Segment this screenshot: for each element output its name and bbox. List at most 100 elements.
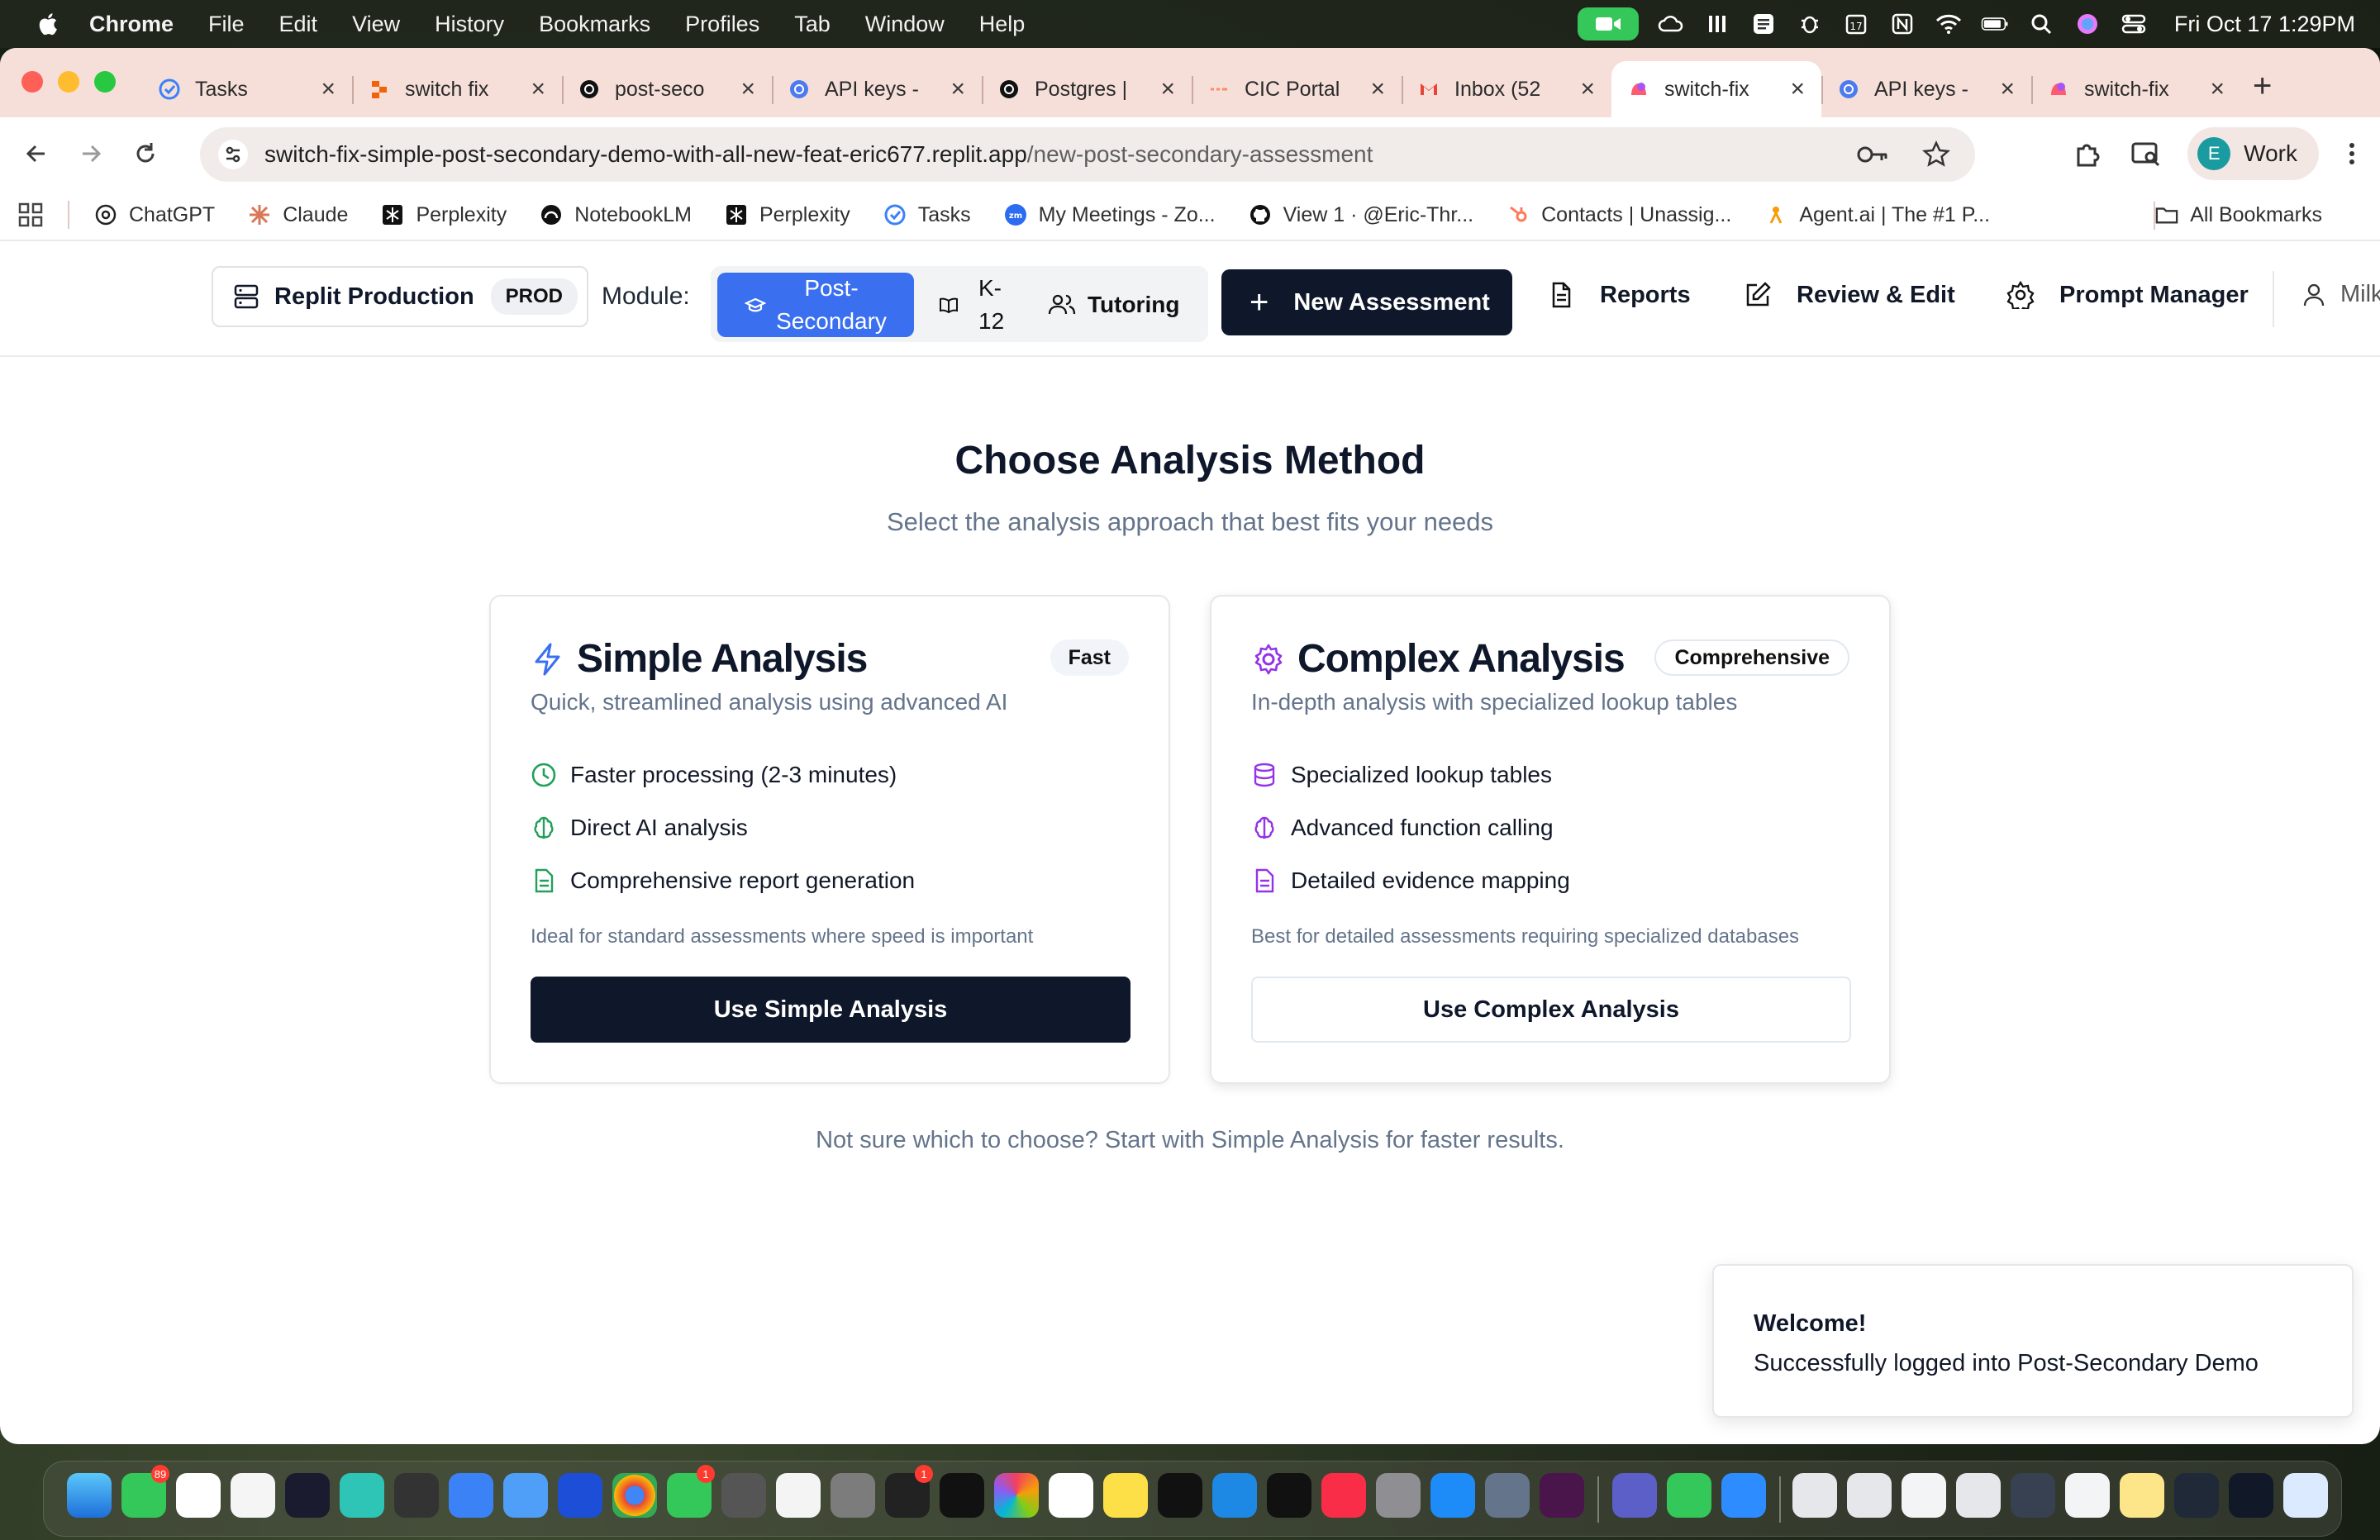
safari-app-icon[interactable] [503, 1473, 548, 1518]
mail-app-icon[interactable] [449, 1473, 493, 1518]
music-app-icon[interactable] [1321, 1473, 1366, 1518]
module-post-secondary-button[interactable]: Post- Secondary [717, 273, 914, 337]
module-tutoring-button[interactable]: Tutoring [1048, 273, 1205, 337]
address-bar[interactable]: switch-fix-simple-post-secondary-demo-wi… [200, 127, 1975, 182]
control-center-icon[interactable] [2120, 12, 2148, 36]
notion-calendar-icon[interactable] [776, 1473, 821, 1518]
tab-postgres[interactable]: Postgres | × [982, 61, 1192, 117]
tab-close-icon[interactable]: × [950, 75, 965, 103]
bookmark-github[interactable]: View 1 · @Eric-Thr... [1249, 203, 1473, 227]
address-url[interactable]: switch-fix-simple-post-secondary-demo-wi… [264, 141, 1373, 168]
database-app-icon[interactable] [721, 1473, 766, 1518]
menu-app-chrome[interactable]: Chrome [89, 12, 174, 37]
apple-tv-icon[interactable] [1267, 1473, 1311, 1518]
calendar-17-icon[interactable]: 17 [1842, 12, 1870, 36]
calendar-app-icon[interactable] [231, 1473, 275, 1518]
use-simple-analysis-button[interactable]: Use Simple Analysis [531, 977, 1130, 1043]
all-bookmarks-button[interactable]: All Bookmarks [2155, 203, 2322, 227]
launchpad-icon[interactable] [394, 1473, 439, 1518]
password-key-icon[interactable] [1856, 140, 1889, 169]
bookmark-notebooklm[interactable]: NotebookLM [540, 203, 692, 227]
tab-close-icon[interactable]: × [2210, 75, 2225, 103]
tab-api-keys-2[interactable]: API keys - × [1821, 61, 2031, 117]
menu-window[interactable]: Window [865, 12, 945, 37]
tab-tasks[interactable]: Tasks × [142, 61, 352, 117]
recent-window-thumbnail[interactable] [1792, 1473, 1837, 1518]
recent-window-thumbnail[interactable] [2011, 1473, 2055, 1518]
environment-selector[interactable]: Replit Production PROD [212, 266, 588, 327]
wallet-app-icon[interactable] [940, 1473, 984, 1518]
tab-close-icon[interactable]: × [531, 75, 545, 103]
tab-search-icon[interactable] [2130, 137, 2163, 170]
finder-icon[interactable] [67, 1473, 112, 1518]
user-menu[interactable]: Milk [2302, 281, 2380, 308]
tab-post-secondary[interactable]: post-seco × [562, 61, 772, 117]
tab-close-icon[interactable]: × [2000, 75, 2015, 103]
tab-switch-fix-2[interactable]: switch-fix × [2031, 61, 2241, 117]
recent-window-thumbnail[interactable] [1902, 1473, 1946, 1518]
apple-menu-icon[interactable] [35, 10, 63, 38]
profile-button[interactable]: E Work [2187, 127, 2319, 180]
spotlight-search-icon[interactable] [2027, 12, 2055, 36]
menu-extra-icon[interactable] [1703, 12, 1731, 36]
site-info-icon[interactable] [217, 138, 250, 171]
forward-button[interactable] [73, 135, 109, 172]
creative-cloud-icon[interactable] [1657, 12, 1685, 36]
chatgpt-app-icon[interactable] [1049, 1473, 1093, 1518]
siri-icon[interactable] [2073, 12, 2102, 36]
linear-app-icon[interactable] [1158, 1473, 1202, 1518]
tab-switch-fix-replit[interactable]: switch fix × [352, 61, 562, 117]
phone-app-icon[interactable] [1667, 1473, 1711, 1518]
recent-window-thumbnail[interactable] [2120, 1473, 2164, 1518]
xcode-app-icon[interactable] [558, 1473, 602, 1518]
perplexity-app-icon[interactable] [340, 1473, 384, 1518]
bug-icon[interactable] [1796, 12, 1824, 36]
wifi-icon[interactable] [1935, 12, 1963, 36]
tab-close-icon[interactable]: × [740, 75, 755, 103]
menu-bar-clock[interactable]: Fri Oct 17 1:29PM [2174, 12, 2355, 37]
photos-app-icon[interactable] [994, 1473, 1039, 1518]
nav-review-edit[interactable]: Review & Edit [1744, 281, 1955, 309]
menu-edit[interactable]: Edit [279, 12, 318, 37]
bookmark-perplexity[interactable]: Perplexity [381, 203, 507, 227]
bookmark-perplexity-2[interactable]: Perplexity [725, 203, 850, 227]
notes-app-icon[interactable] [1103, 1473, 1148, 1518]
extensions-puzzle-icon[interactable] [2072, 137, 2105, 170]
chrome-menu-icon[interactable] [2344, 137, 2360, 170]
arc-app-icon[interactable] [285, 1473, 330, 1518]
menu-help[interactable]: Help [979, 12, 1026, 37]
battery-icon[interactable] [1981, 12, 2009, 36]
vscode-app-icon[interactable] [1212, 1473, 1257, 1518]
notion-icon[interactable] [1888, 12, 1916, 36]
facetime-camera-icon[interactable] [1577, 7, 1639, 40]
preview-app-icon[interactable] [1485, 1473, 1530, 1518]
notion-app-icon[interactable] [176, 1473, 221, 1518]
teams-app-icon[interactable] [1612, 1473, 1657, 1518]
bookmark-tasks[interactable]: Tasks [883, 203, 971, 227]
tab-close-icon[interactable]: × [1160, 75, 1175, 103]
tab-close-icon[interactable]: × [321, 75, 336, 103]
recent-window-thumbnail[interactable] [2174, 1473, 2219, 1518]
chrome-app-icon[interactable] [612, 1473, 657, 1518]
module-k12-button[interactable]: K- 12 [939, 273, 1038, 337]
recent-window-thumbnail[interactable] [1956, 1473, 2001, 1518]
recent-window-thumbnail[interactable] [1847, 1473, 1892, 1518]
bookmark-chatgpt[interactable]: ChatGPT [94, 203, 215, 227]
tab-close-icon[interactable]: × [1370, 75, 1385, 103]
tab-switch-fix-active[interactable]: switch-fix × [1611, 61, 1821, 117]
menu-tab[interactable]: Tab [794, 12, 831, 37]
use-complex-analysis-button[interactable]: Use Complex Analysis [1251, 977, 1851, 1043]
new-assessment-button[interactable]: + New Assessment [1221, 269, 1512, 335]
window-close-button[interactable] [21, 71, 43, 93]
recent-window-thumbnail[interactable] [2065, 1473, 2110, 1518]
slack-app-icon[interactable] [1540, 1473, 1584, 1518]
tab-close-icon[interactable]: × [1790, 75, 1805, 103]
notes-list-icon[interactable] [1749, 12, 1778, 36]
new-tab-button[interactable]: + [2253, 68, 2272, 105]
simple-analysis-card[interactable]: Simple Analysis Fast Quick, streamlined … [489, 595, 1170, 1084]
menu-view[interactable]: View [352, 12, 400, 37]
back-button[interactable] [18, 135, 55, 172]
complex-analysis-card[interactable]: Complex Analysis Comprehensive In-depth … [1210, 595, 1891, 1084]
tab-api-keys[interactable]: API keys - × [772, 61, 982, 117]
nav-reports[interactable]: Reports [1547, 281, 1691, 309]
